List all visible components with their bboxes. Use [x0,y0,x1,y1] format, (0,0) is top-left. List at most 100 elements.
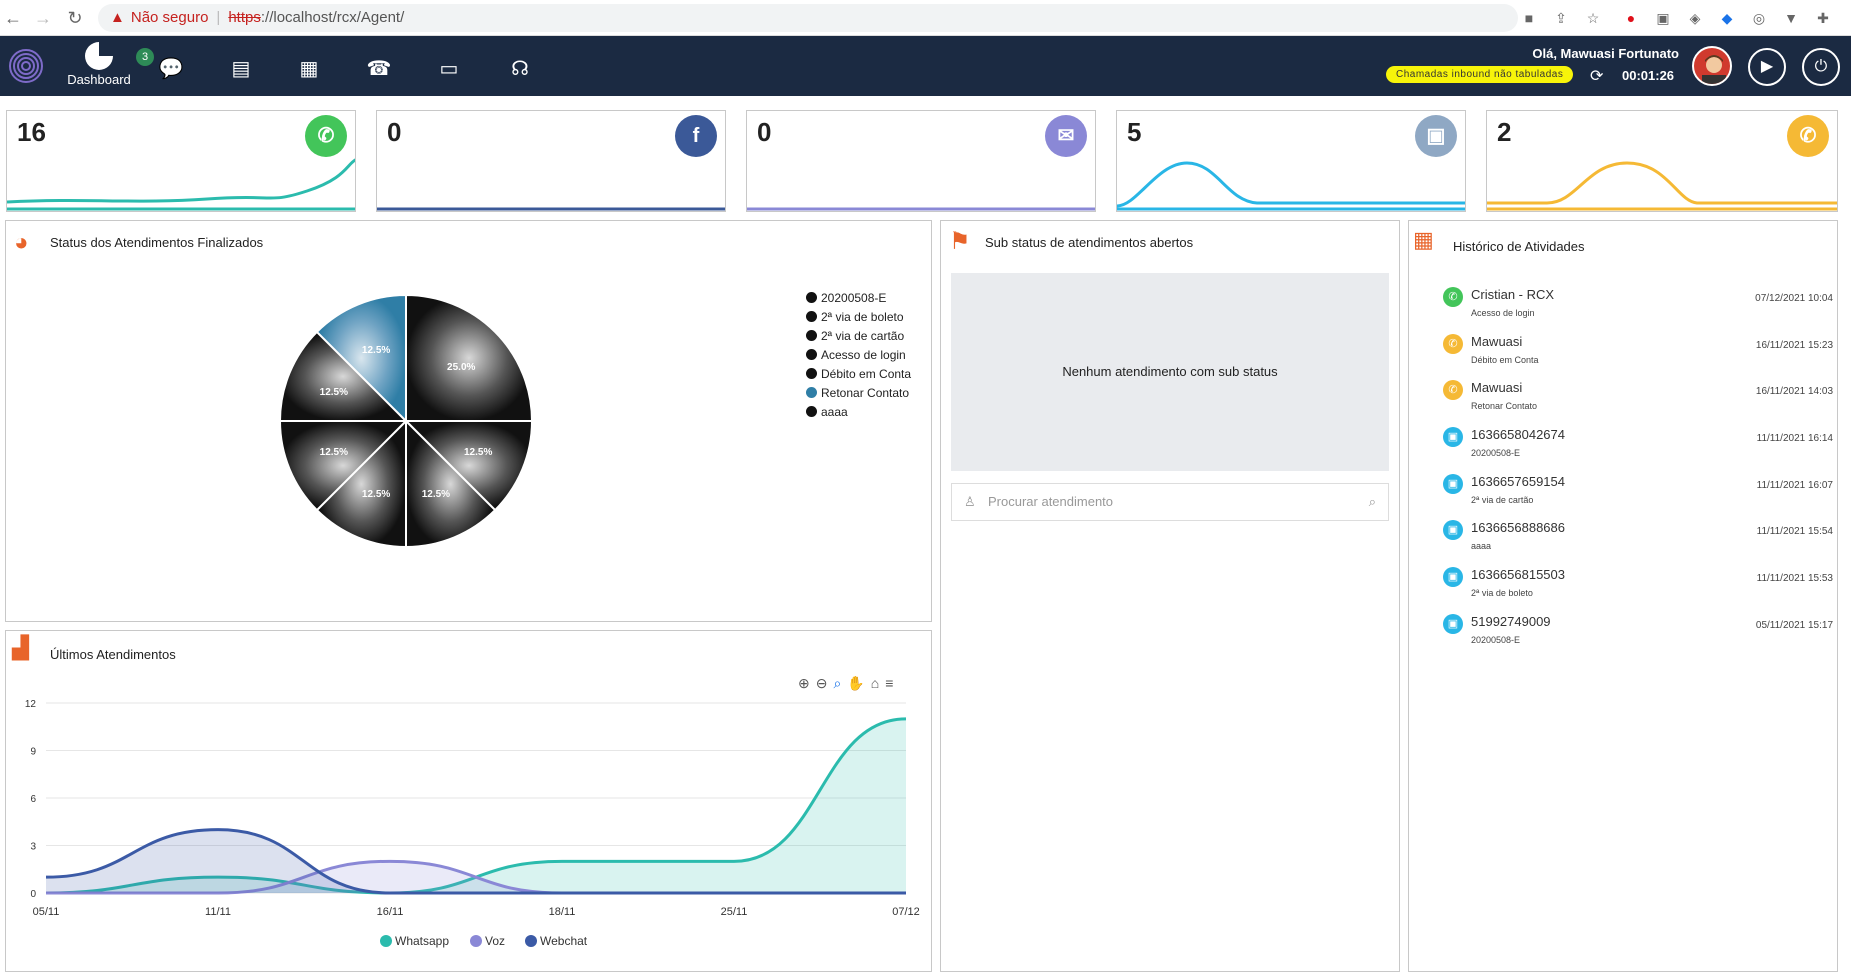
item-name: Mawuasi [1471,333,1523,349]
webchat-icon: ▣ [1443,520,1463,541]
pie-data-label: 25.0% [447,362,475,373]
legend-label[interactable]: Webchat [540,934,588,948]
fax-icon[interactable]: ☎ [366,56,392,82]
substatus-panel-title: Sub status de atendimentos abertos [985,235,1194,250]
screenshot-extension-icon[interactable]: ▣ [1654,9,1672,27]
list-item[interactable]: ▣ 1636656888686 aaaa 11/11/2021 15:54 [1443,520,1833,567]
list-item[interactable]: ✆ Mawuasi Retonar Contato 16/11/2021 14:03 [1443,380,1833,427]
item-date: 16/11/2021 15:23 [1755,339,1833,351]
activity-list: ✆ Cristian - RCX Acesso de login 07/12/2021… [1443,287,1833,661]
legend-item[interactable]: Retonar Contato [806,384,911,403]
item-date: 11/11/2021 16:14 [1756,433,1833,445]
list-item[interactable]: ✆ Cristian - RCX Acesso de login 07/12/2021… [1443,287,1833,334]
pie-data-label: 12.5% [422,489,450,500]
card-count: 16 [17,117,46,147]
whatsapp-icon: ✆ [1443,287,1463,307]
pie-data-label: 12.5% [464,447,492,458]
card-count: 0 [387,117,402,147]
power-button[interactable]: ⏻ [1802,48,1840,86]
item-date: 11/11/2021 16:07 [1756,479,1833,491]
globe-extension-icon[interactable]: ◎ [1750,9,1768,27]
recent-area-chart: 0 3 6 9 12 05/11 11/11 16/11 18/11 25/11 07/12 What… [25,699,920,948]
item-date: 07/12/2021 10:04 [1755,293,1833,304]
pie-chart-icon [85,42,113,70]
item-sub: 20200508-E [1471,448,1521,459]
legend-dot [806,368,817,379]
webchat-icon: ▣ [1443,567,1463,588]
refresh-icon[interactable]: ⟳ [1590,66,1603,86]
list-item[interactable]: ▣ 1636657659154 2ª via de cartão 11/11/2021… [1443,473,1833,521]
legend-item[interactable]: 2ª via de cartão [806,327,911,346]
legend-dot [806,406,817,417]
calendar-icon[interactable]: ▦ [296,56,322,82]
x-tick-label: 16/11 [377,906,404,918]
card-count: 2 [1497,117,1512,147]
pie-data-label: 12.5% [362,345,390,356]
opera-extension-icon[interactable]: ● [1622,9,1640,27]
forward-icon[interactable]: → [32,7,54,29]
item-name: 1636656888686 [1471,520,1565,536]
history-panel-title: Histórico de Atividades [1453,239,1585,254]
email-count-card[interactable]: 0 ✉ [746,110,1096,212]
webchat-icon: ▣ [1443,613,1463,634]
legend-item[interactable]: Acesso de login [806,346,911,365]
legend-marker[interactable] [525,935,537,947]
search-input[interactable]: ♙ Procurar atendimento ⌕ [951,483,1389,521]
pie-data-label: 12.5% [320,387,348,398]
dashboard-nav[interactable]: Dashboard [64,42,134,87]
contacts-icon[interactable]: ▤ [228,56,254,82]
list-item[interactable]: ▣ 1636656815503 2ª via de boleto 11/11/2021… [1443,567,1833,614]
whatsapp-count-card[interactable]: 16 ✆ [6,110,356,212]
y-tick-label: 9 [30,747,36,758]
code-extension-icon[interactable]: ◈ [1686,9,1704,27]
puzzle-extension-icon[interactable]: ✚ [1814,9,1832,27]
id-card-icon[interactable]: ▭ [436,56,462,82]
camera-icon[interactable]: ■ [1520,9,1538,27]
pie-slice[interactable] [405,293,534,422]
inbound-pill[interactable]: Chamadas inbound não tabuladas [1386,66,1574,83]
webchat-icon: ▣ [1443,473,1463,494]
legend-dot [806,330,817,341]
browser-toolbar: ← → ↻ ▲ Não seguro | https://localhost/rcx/… [0,0,1851,36]
avatar[interactable] [1692,46,1732,86]
y-tick-label: 3 [30,842,36,853]
item-sub: Acesso de login [1471,308,1535,318]
recent-panel-title: Últimos Atendimentos [50,647,176,662]
headset-icon[interactable]: ☊ [507,56,533,82]
legend-dot [806,387,817,398]
pie-data-label: 12.5% [320,447,348,458]
legend-item[interactable]: Débito em Conta [806,365,911,384]
legend-marker[interactable] [470,935,482,947]
phone-count-card[interactable]: 2 ✆ [1486,110,1838,212]
legend-label[interactable]: Voz [485,934,505,948]
item-date: 16/11/2021 14:03 [1755,386,1833,398]
list-item[interactable]: ▣ 51992749009 20200508-E 05/11/2021 15:17 [1443,613,1833,661]
react-extension-icon[interactable]: ◆ [1718,9,1736,27]
webchat-count-card[interactable]: 5 ▣ [1116,110,1466,212]
legend-item[interactable]: aaaa [806,403,911,422]
history-panel: ▦ Histórico de Atividades ✆ Cristian - RC… [1408,220,1838,972]
legend-label: aaaa [821,405,848,419]
share-icon[interactable]: ⇪ [1552,9,1570,27]
legend-label[interactable]: Whatsapp [395,934,449,948]
item-sub: aaaa [1471,541,1492,552]
play-button[interactable]: ▶ [1748,48,1786,86]
item-sub: Retonar Contato [1471,401,1538,412]
chat-icon[interactable]: 💬 [158,56,184,82]
vue-extension-icon[interactable]: ▼ [1782,9,1800,27]
legend-marker[interactable] [380,935,392,947]
back-icon[interactable]: ← [2,7,24,29]
fingerprint-logo-icon [9,49,43,83]
legend-dot [806,349,817,360]
list-item[interactable]: ▣ 1636658042674 20200508-E 11/11/2021 16:14 [1443,427,1833,474]
list-item[interactable]: ✆ Mawuasi Débito em Conta 16/11/2021 15:23 [1443,333,1833,381]
reload-icon[interactable]: ↻ [64,7,86,29]
legend-label: 2ª via de boleto [821,310,904,324]
legend-item[interactable]: 20200508-E [806,289,911,308]
legend-item[interactable]: 2ª via de boleto [806,308,911,327]
star-icon[interactable]: ☆ [1584,9,1602,27]
search-icon[interactable]: ⌕ [1369,484,1376,520]
item-name: 1636657659154 [1471,473,1565,489]
facebook-count-card[interactable]: 0 f [376,110,726,212]
address-bar[interactable]: ▲ Não seguro | https://localhost/rcx/Agent/ [98,4,1518,32]
